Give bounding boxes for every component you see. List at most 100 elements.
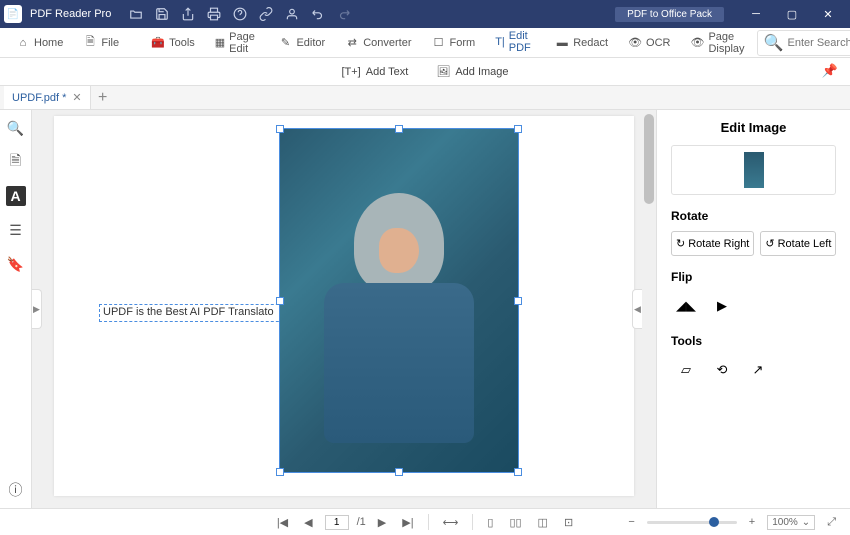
scrollbar-thumb[interactable]: [644, 114, 654, 204]
zoom-in-button[interactable]: +: [745, 514, 759, 530]
reading-mode-button[interactable]: ⊡: [560, 514, 577, 531]
tab-label: UPDF.pdf *: [12, 92, 66, 104]
pin-icon[interactable]: 📌: [822, 63, 838, 79]
add-text-button[interactable]: [T+]Add Text: [335, 62, 414, 82]
print-icon[interactable]: [203, 3, 225, 25]
open-folder-icon[interactable]: [125, 3, 147, 25]
page-total: /1: [357, 516, 366, 528]
zoom-dropdown[interactable]: 100%⌄: [767, 515, 815, 530]
link-icon[interactable]: [255, 3, 277, 25]
first-page-button[interactable]: |◀: [273, 514, 292, 531]
editable-text-box[interactable]: UPDF is the Best AI PDF Translato: [99, 304, 294, 322]
ocr-icon: 👁: [628, 36, 642, 50]
outline-panel-icon[interactable]: ☰: [6, 220, 26, 240]
file-icon: 🗎: [83, 36, 97, 50]
page-display-menu[interactable]: 👁Page Display: [683, 27, 753, 59]
vertical-scrollbar[interactable]: [642, 110, 656, 508]
save-icon[interactable]: [151, 3, 173, 25]
page-edit-menu[interactable]: ▦Page Edit: [207, 27, 267, 59]
search-panel-icon[interactable]: 🔍: [6, 118, 26, 138]
minimize-button[interactable]: ─: [738, 0, 774, 28]
resize-handle-bl[interactable]: [276, 468, 284, 476]
new-tab-button[interactable]: +: [91, 86, 115, 109]
rotate-section-label: Rotate: [671, 209, 836, 223]
info-icon[interactable]: ⓘ: [6, 480, 26, 500]
tools-icon: 🧰: [151, 36, 165, 50]
resize-handle-tr[interactable]: [514, 125, 522, 133]
annotations-panel-icon[interactable]: A: [6, 186, 26, 206]
redact-icon: ▬: [555, 36, 569, 50]
title-bar: 📄 PDF Reader Pro PDF to Office Pack ─ ▢ …: [0, 0, 850, 28]
next-page-button[interactable]: ▶: [374, 514, 390, 531]
book-view-button[interactable]: ◫: [534, 514, 552, 531]
document-tab[interactable]: UPDF.pdf * ✕: [4, 86, 91, 109]
file-menu[interactable]: 🗎File: [75, 32, 127, 54]
two-page-button[interactable]: ▯▯: [505, 514, 525, 531]
tools-section-label: Tools: [671, 334, 836, 348]
zoom-out-button[interactable]: −: [624, 514, 638, 530]
flip-section-label: Flip: [671, 270, 836, 284]
zoom-slider[interactable]: [647, 521, 737, 524]
page-display-icon: 👁: [691, 36, 705, 50]
search-box[interactable]: 🔍: [757, 30, 850, 56]
resize-handle-ml[interactable]: [276, 297, 284, 305]
converter-menu[interactable]: ⇄Converter: [337, 32, 419, 54]
form-menu[interactable]: ☐Form: [424, 32, 484, 54]
expand-right-handle[interactable]: ◀: [632, 289, 642, 329]
expand-left-handle[interactable]: ▶: [32, 289, 42, 329]
redo-icon[interactable]: [333, 3, 355, 25]
single-page-button[interactable]: ▯: [483, 514, 497, 531]
fit-width-button[interactable]: ⟷: [439, 514, 463, 531]
tab-close-icon[interactable]: ✕: [72, 91, 81, 104]
share-icon[interactable]: [177, 3, 199, 25]
last-page-button[interactable]: ▶|: [398, 514, 417, 531]
close-button[interactable]: ✕: [810, 0, 846, 28]
document-canvas[interactable]: ▶ UPDF is the Best AI PDF Translato: [32, 110, 656, 508]
left-sidebar: 🔍 🗎 A ☰ 🔖 ⓘ: [0, 110, 32, 508]
resize-handle-mr[interactable]: [514, 297, 522, 305]
home-menu[interactable]: ⌂Home: [8, 32, 71, 54]
app-logo: 📄: [4, 5, 22, 23]
crop-button[interactable]: ▱: [671, 356, 701, 384]
flip-vertical-button[interactable]: ▶: [707, 292, 737, 320]
user-icon[interactable]: [281, 3, 303, 25]
flip-horizontal-button[interactable]: ◢◣: [671, 292, 701, 320]
replace-button[interactable]: ⟲: [707, 356, 737, 384]
search-input[interactable]: [788, 37, 850, 49]
form-icon: ☐: [432, 36, 446, 50]
page-input[interactable]: [325, 515, 349, 530]
rotate-left-button[interactable]: ↺Rotate Left: [760, 231, 836, 256]
converter-icon: ⇄: [345, 36, 359, 50]
chevron-down-icon: ⌄: [802, 517, 810, 528]
image-thumbnail: [671, 145, 836, 195]
maximize-button[interactable]: ▢: [774, 0, 810, 28]
editor-menu[interactable]: ✎Editor: [270, 32, 333, 54]
bookmarks-panel-icon[interactable]: 🔖: [6, 254, 26, 274]
pdf-to-office-pack-button[interactable]: PDF to Office Pack: [615, 7, 724, 22]
prev-page-button[interactable]: ◀: [300, 514, 316, 531]
fullscreen-button[interactable]: ⤢: [823, 514, 840, 531]
sub-toolbar: [T+]Add Text 🖼Add Image 📌: [0, 58, 850, 86]
undo-icon[interactable]: [307, 3, 329, 25]
ocr-menu[interactable]: 👁OCR: [620, 32, 678, 54]
add-text-icon: [T+]: [341, 66, 360, 78]
add-image-icon: 🖼: [436, 65, 450, 78]
resize-handle-tl[interactable]: [276, 125, 284, 133]
thumbnails-panel-icon[interactable]: 🗎: [6, 152, 26, 172]
main-area: 🔍 🗎 A ☰ 🔖 ⓘ ▶ UPDF is the Best AI PDF Tr…: [0, 110, 850, 508]
pdf-page[interactable]: UPDF is the Best AI PDF Translato: [54, 116, 634, 496]
export-button[interactable]: ↗: [743, 356, 773, 384]
add-image-button[interactable]: 🖼Add Image: [430, 61, 514, 82]
help-icon[interactable]: [229, 3, 251, 25]
tools-menu[interactable]: 🧰Tools: [143, 32, 203, 54]
zoom-slider-thumb[interactable]: [709, 517, 719, 527]
resize-handle-bm[interactable]: [395, 468, 403, 476]
rotate-right-button[interactable]: ↻Rotate Right: [671, 231, 754, 256]
edit-pdf-menu[interactable]: T|Edit PDF: [487, 26, 543, 60]
selected-image[interactable]: [279, 128, 519, 473]
editor-icon: ✎: [278, 36, 292, 50]
redact-menu[interactable]: ▬Redact: [547, 32, 616, 54]
resize-handle-tm[interactable]: [395, 125, 403, 133]
tab-bar: UPDF.pdf * ✕ +: [0, 86, 850, 110]
resize-handle-br[interactable]: [514, 468, 522, 476]
